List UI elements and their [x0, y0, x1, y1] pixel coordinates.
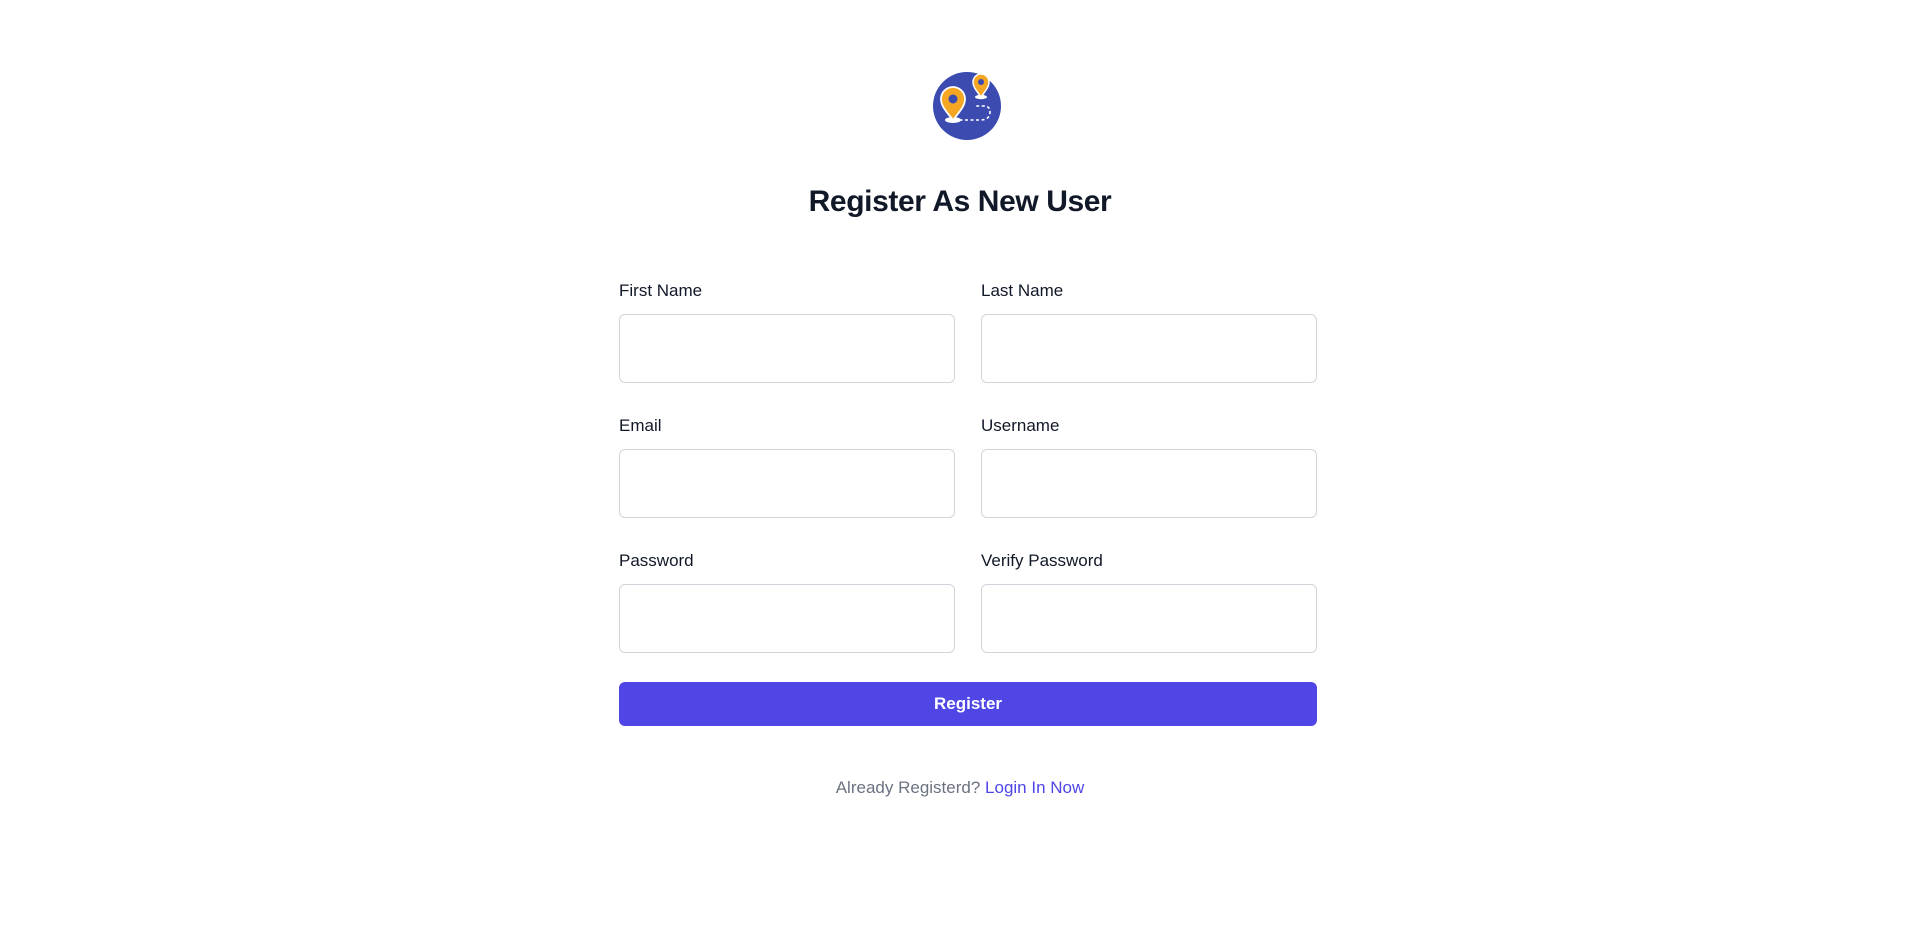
- username-label: Username: [981, 416, 1060, 435]
- register-button[interactable]: Register: [619, 682, 1317, 726]
- route-pins-logo-icon: [932, 70, 1002, 140]
- password-input[interactable]: [619, 584, 955, 653]
- last-name-label: Last Name: [981, 281, 1064, 300]
- page-title: Register As New User: [808, 185, 1112, 218]
- first-name-field-group: First Name: [619, 280, 955, 415]
- password-field-group: Password: [619, 550, 955, 685]
- verify-password-input[interactable]: [981, 584, 1317, 653]
- verify-password-label: Verify Password: [981, 551, 1103, 570]
- last-name-field-group: Last Name: [981, 280, 1317, 415]
- login-link[interactable]: Login In Now: [985, 778, 1084, 797]
- email-label: Email: [619, 416, 662, 435]
- register-form: First Name Last Name Email Username Pass…: [619, 280, 1317, 726]
- form-fields-grid: First Name Last Name Email Username Pass…: [619, 280, 1317, 685]
- login-prompt: Already Registerd? Login In Now: [0, 778, 1920, 798]
- email-field-group: Email: [619, 415, 955, 550]
- login-prompt-text: Already Registerd?: [835, 778, 981, 797]
- password-label: Password: [619, 551, 694, 570]
- first-name-input[interactable]: [619, 314, 955, 383]
- first-name-label: First Name: [619, 281, 703, 300]
- register-page: Register As New User First Name Last Nam…: [0, 0, 1920, 948]
- username-field-group: Username: [981, 415, 1317, 550]
- verify-password-field-group: Verify Password: [981, 550, 1317, 685]
- last-name-input[interactable]: [981, 314, 1317, 383]
- username-input[interactable]: [981, 449, 1317, 518]
- email-input[interactable]: [619, 449, 955, 518]
